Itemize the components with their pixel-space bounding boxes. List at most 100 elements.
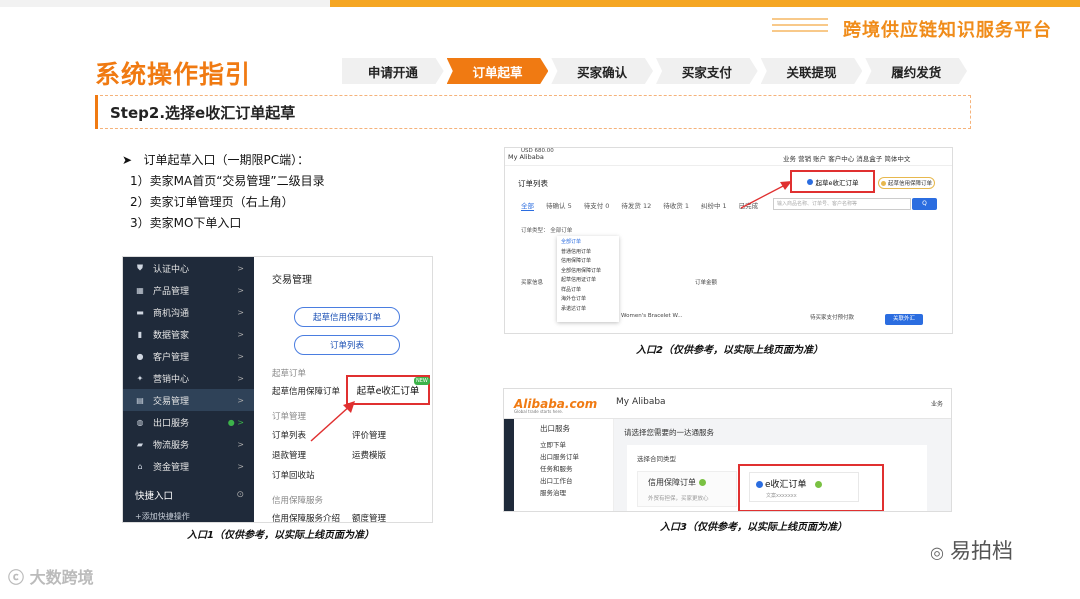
dropdown-option[interactable]: 信用保障订单 bbox=[561, 257, 615, 267]
export-service-nav: 出口服务 立即下单 出口服务订单 任务和服务 出口工作台 服务治理 bbox=[514, 419, 614, 511]
quick-entry[interactable]: 快捷入口 ⊙ bbox=[123, 481, 254, 509]
nav-item[interactable]: 任务和服务 bbox=[514, 463, 613, 475]
info-icon bbox=[756, 481, 763, 488]
step-apply[interactable]: 申请开通 bbox=[342, 58, 444, 84]
credit-order-option[interactable]: 信用保障订单 外贸有担保，买家更放心 bbox=[637, 471, 737, 507]
bullet-arrow-icon: ➤ bbox=[122, 153, 133, 167]
nav-item[interactable]: 出口服务订单 bbox=[514, 451, 613, 463]
column-header: 买家信息 bbox=[521, 280, 544, 286]
nav-item[interactable]: 出口工作台 bbox=[514, 475, 613, 487]
ereceive-order-option[interactable]: e收汇订单 文案xxxxxxx bbox=[738, 464, 884, 511]
link-refund[interactable]: 退款管理 bbox=[272, 449, 306, 461]
link-review[interactable]: 评价管理 bbox=[352, 429, 386, 441]
sidebar-item-logistics[interactable]: ▰ 物流服务 > bbox=[123, 433, 254, 455]
intro-list: ➤ 订单起草入口（一期限PC端）： 1）卖家MA首页“交易管理”二级目录 2）卖… bbox=[120, 150, 325, 234]
sidebar-item-messages[interactable]: ▬ 商机沟通 > bbox=[123, 301, 254, 323]
add-quick-action[interactable]: +添加快捷操作 bbox=[123, 511, 254, 522]
draft-credit-order-button[interactable]: 起草信用保障订单 bbox=[294, 307, 400, 327]
intro-item: 2）卖家订单管理页（右上角） bbox=[130, 195, 294, 209]
dropdown-option[interactable]: 普通信用订单 bbox=[561, 248, 615, 258]
link-draft-credit[interactable]: 起草信用保障订单 bbox=[272, 385, 340, 397]
dropdown-option[interactable]: 承诺达订单 bbox=[561, 305, 615, 315]
top-nav-link[interactable]: 业务 bbox=[931, 399, 943, 408]
section-title: 系统操作指引 bbox=[95, 60, 252, 89]
tab-completed[interactable]: 已完成 bbox=[739, 200, 759, 211]
tab-to-ship[interactable]: 待发货 12 bbox=[621, 200, 651, 211]
chevron-right-icon: > bbox=[237, 373, 244, 383]
nav-item[interactable]: 立即下单 bbox=[514, 439, 613, 451]
service-question: 请选择您需要的一达通服务 bbox=[624, 428, 714, 437]
weibo-icon: ⓒ bbox=[8, 568, 25, 587]
tab-dispute[interactable]: 纠纷中 1 bbox=[701, 200, 727, 211]
info-icon bbox=[699, 479, 706, 486]
order-tabs: 全部 待确认 5 待支付 0 待发货 12 待收货 1 纠纷中 1 已完成 bbox=[521, 200, 758, 211]
column-header: 订单金额 bbox=[695, 280, 718, 286]
sidebar-item-products[interactable]: ▦ 产品管理 > bbox=[123, 279, 254, 301]
sidebar-item-trade[interactable]: ▤ 交易管理 > bbox=[123, 389, 254, 411]
chevron-right-icon: > bbox=[237, 329, 244, 339]
credit-icon bbox=[880, 180, 886, 186]
intro-lead: ➤ 订单起草入口（一期限PC端）： bbox=[120, 150, 325, 171]
sidebar-item-label: 商机沟通 bbox=[153, 308, 190, 319]
step-draft-order[interactable]: 订单起草 bbox=[446, 58, 549, 84]
link-quota[interactable]: 额度管理 bbox=[352, 512, 386, 522]
dropdown-option[interactable]: 全部订单 bbox=[561, 238, 615, 248]
order-type-filter[interactable]: 订单类型： 全部订单 bbox=[521, 226, 572, 234]
dropdown-option[interactable]: 全部信用保障订单 bbox=[561, 267, 615, 277]
bar-chart-icon: ▮ bbox=[137, 329, 143, 339]
link-order-list[interactable]: 订单列表 bbox=[272, 429, 306, 441]
bank-icon: ⌂ bbox=[137, 461, 143, 471]
dropdown-option[interactable]: 海外仓订单 bbox=[561, 295, 615, 305]
sidebar-item-label: 客户管理 bbox=[153, 352, 190, 363]
top-nav-links[interactable]: 业务 营销 账户 客户中心 消息盒子 简体中文 bbox=[783, 153, 910, 163]
sidebar-item-funds[interactable]: ⌂ 资金管理 > bbox=[123, 455, 254, 477]
credit-order-label: 信用保障订单 bbox=[648, 478, 696, 487]
link-service-intro[interactable]: 信用保障服务介绍 bbox=[272, 512, 340, 522]
tab-to-confirm[interactable]: 待确认 5 bbox=[546, 200, 572, 211]
caption-entry3: 入口3（仅供参考，以实际上线页面为准） bbox=[660, 522, 847, 533]
top-bar-accent bbox=[330, 0, 1080, 7]
intro-item: 3）卖家MO下单入口 bbox=[130, 216, 242, 230]
dropdown-option[interactable]: 起草信用证订单 bbox=[561, 276, 615, 286]
tab-all[interactable]: 全部 bbox=[521, 200, 534, 211]
globe-icon: ◍ bbox=[136, 417, 144, 427]
step-buyer-pay[interactable]: 买家支付 bbox=[656, 58, 758, 84]
sidebar-item-data[interactable]: ▮ 数据管家 > bbox=[123, 323, 254, 345]
sidebar-item-marketing[interactable]: ✦ 营销中心 > bbox=[123, 367, 254, 389]
action-button[interactable]: 关联外汇 bbox=[885, 314, 923, 325]
sidebar-item-customers[interactable]: ● 客户管理 > bbox=[123, 345, 254, 367]
section-manage: 订单管理 bbox=[272, 412, 307, 422]
step-buyer-confirm[interactable]: 买家确认 bbox=[551, 58, 654, 84]
new-badge: NEW bbox=[414, 377, 430, 385]
watermark-left: ⓒ 大数跨境 bbox=[8, 564, 94, 588]
panel-title: 交易管理 bbox=[272, 275, 312, 286]
step-ship[interactable]: 履约发货 bbox=[865, 58, 968, 84]
product-name[interactable]: Women's Bracelet W... bbox=[621, 313, 683, 319]
intro-item: 1）卖家MA首页“交易管理”二级目录 bbox=[130, 174, 325, 188]
chevron-right-icon: > bbox=[237, 351, 244, 361]
link-recycle[interactable]: 订单回收站 bbox=[272, 469, 315, 481]
search-button[interactable]: Q bbox=[912, 198, 937, 210]
top-nav: My Alibaba 业务 营销 账户 客户中心 消息盒子 简体中文 bbox=[505, 148, 952, 166]
chevron-right-icon: > bbox=[237, 285, 244, 295]
chevron-right-icon: ● > bbox=[227, 417, 244, 427]
contract-type-label: 选择合同类型 bbox=[637, 455, 676, 463]
sidebar-item-certification[interactable]: ⛊ 认证中心 > bbox=[123, 257, 254, 279]
order-type-dropdown[interactable]: 全部订单 普通信用订单 信用保障订单 全部信用保障订单 起草信用证订单 样品订单… bbox=[557, 236, 619, 322]
draft-ereceive-order-button[interactable]: 起草e收汇订单 bbox=[790, 170, 875, 193]
draft-credit-order-button[interactable]: 起草信用保障订单 bbox=[878, 177, 935, 189]
step-withdraw[interactable]: 关联提现 bbox=[760, 58, 863, 84]
nav-item[interactable]: 服务治理 bbox=[514, 487, 613, 499]
tab-to-receive[interactable]: 待收货 1 bbox=[663, 200, 689, 211]
grid-icon: ▦ bbox=[136, 285, 144, 295]
sidebar-item-export[interactable]: ◍ 出口服务 ● > bbox=[123, 411, 254, 433]
search-input[interactable]: 输入商品名称、订单号、客户名称等 bbox=[773, 198, 911, 210]
dropdown-option[interactable]: 样品订单 bbox=[561, 286, 615, 296]
ereceive-title: e收汇订单 bbox=[756, 477, 822, 490]
link-freight-template[interactable]: 运费模版 bbox=[352, 449, 386, 461]
tab-to-pay[interactable]: 待支付 0 bbox=[584, 200, 610, 211]
intro-lead-text: 订单起草入口（一期限PC端）： bbox=[143, 153, 310, 167]
order-list-button[interactable]: 订单列表 bbox=[294, 335, 400, 355]
quick-entry-label: 快捷入口 bbox=[135, 491, 174, 502]
section-service: 信用保障服务 bbox=[272, 496, 324, 506]
